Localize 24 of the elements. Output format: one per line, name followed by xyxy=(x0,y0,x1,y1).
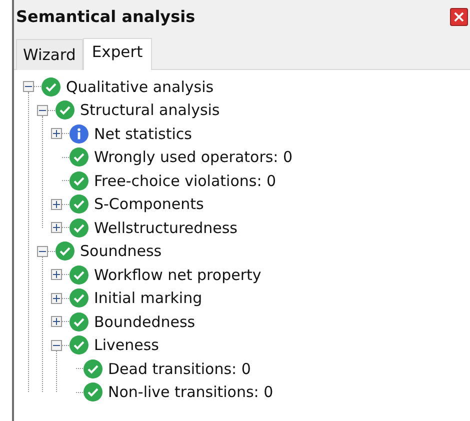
tree-item-label[interactable]: S-Components xyxy=(94,193,204,216)
expand-icon[interactable] xyxy=(52,129,61,138)
tree-item-label[interactable]: Liveness xyxy=(94,334,159,356)
expand-icon[interactable] xyxy=(52,223,61,232)
tree-item-label[interactable]: Qualitative analysis xyxy=(66,76,214,98)
tree-item-label[interactable]: Wrongly used operators: 0 xyxy=(94,146,293,168)
expand-icon[interactable] xyxy=(52,317,61,326)
expand-icon[interactable] xyxy=(52,200,61,209)
expand-icon[interactable] xyxy=(52,270,61,280)
panel-title: Semantical analysis xyxy=(16,6,196,28)
tree-item-label[interactable]: Structural analysis xyxy=(80,99,220,122)
tab[interactable]: Wizard xyxy=(16,38,83,70)
tree-item-label[interactable]: Boundedness xyxy=(94,310,196,333)
close-button[interactable]: × xyxy=(450,8,468,26)
tree-item-label[interactable]: Wellstructuredness xyxy=(94,216,238,239)
tab[interactable]: Expert xyxy=(82,38,152,70)
tree-item-label[interactable]: Dead transitions: 0 xyxy=(108,358,251,380)
tree-item-label[interactable]: Workflow net property xyxy=(94,264,262,286)
tree-item-label[interactable]: Non-live transitions: 0 xyxy=(108,381,274,404)
expand-icon[interactable] xyxy=(52,294,61,303)
tree-item-label[interactable]: Soundness xyxy=(80,240,162,262)
tree-item-label[interactable]: Initial marking xyxy=(94,287,202,310)
tree-item-label[interactable]: Free-choice violations: 0 xyxy=(94,170,276,192)
tree-item-label[interactable]: Net statistics xyxy=(94,122,192,145)
